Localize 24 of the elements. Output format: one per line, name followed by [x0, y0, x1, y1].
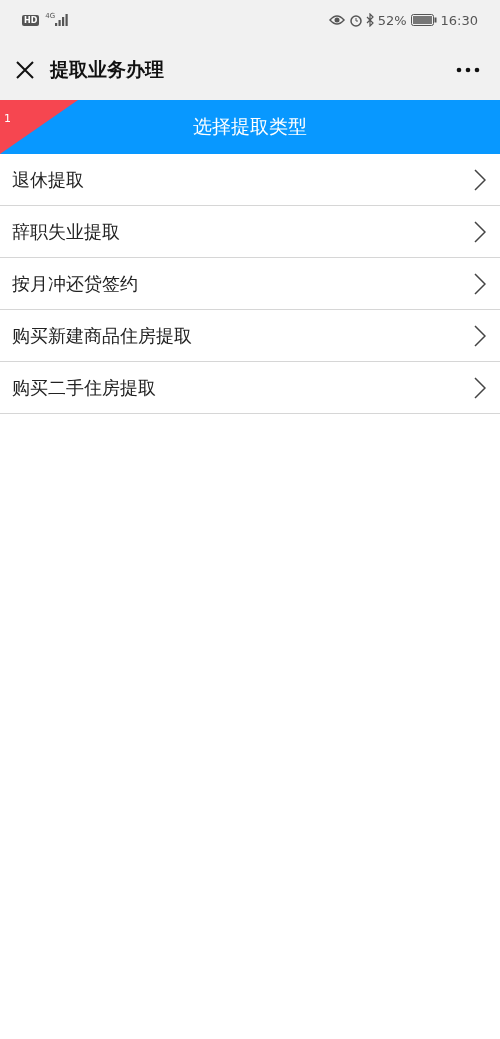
- battery-percent: 52%: [377, 12, 407, 28]
- alarm-icon: [348, 13, 363, 27]
- list-item[interactable]: 购买二手住房提取: [0, 362, 500, 414]
- page-title: 提取业务办理: [50, 57, 165, 82]
- list-item[interactable]: 购买新建商品住房提取: [0, 310, 500, 362]
- chevron-icon: [474, 220, 486, 243]
- list-item[interactable]: 退休提取: [0, 154, 500, 206]
- chevron-icon: [474, 324, 486, 347]
- list-item[interactable]: 辞职失业提取: [0, 206, 500, 258]
- corner-ribbon-icon: [0, 100, 78, 154]
- more-icon[interactable]: [456, 67, 480, 73]
- battery-icon: [410, 14, 437, 26]
- eye-icon: [328, 14, 345, 26]
- bluetooth-icon: [365, 13, 374, 27]
- close-icon[interactable]: [14, 59, 36, 81]
- chevron-icon: [474, 168, 486, 191]
- chevron-icon: [474, 272, 486, 295]
- clock-time: 16:30: [440, 12, 478, 28]
- chevron-icon: [474, 376, 486, 399]
- signal-icon: [55, 14, 70, 26]
- hd-badge: HD: [22, 14, 40, 26]
- banner-title: 选择提取类型: [193, 114, 307, 139]
- step-number: 1: [4, 112, 11, 125]
- list-item[interactable]: 按月冲还贷签约: [0, 258, 500, 310]
